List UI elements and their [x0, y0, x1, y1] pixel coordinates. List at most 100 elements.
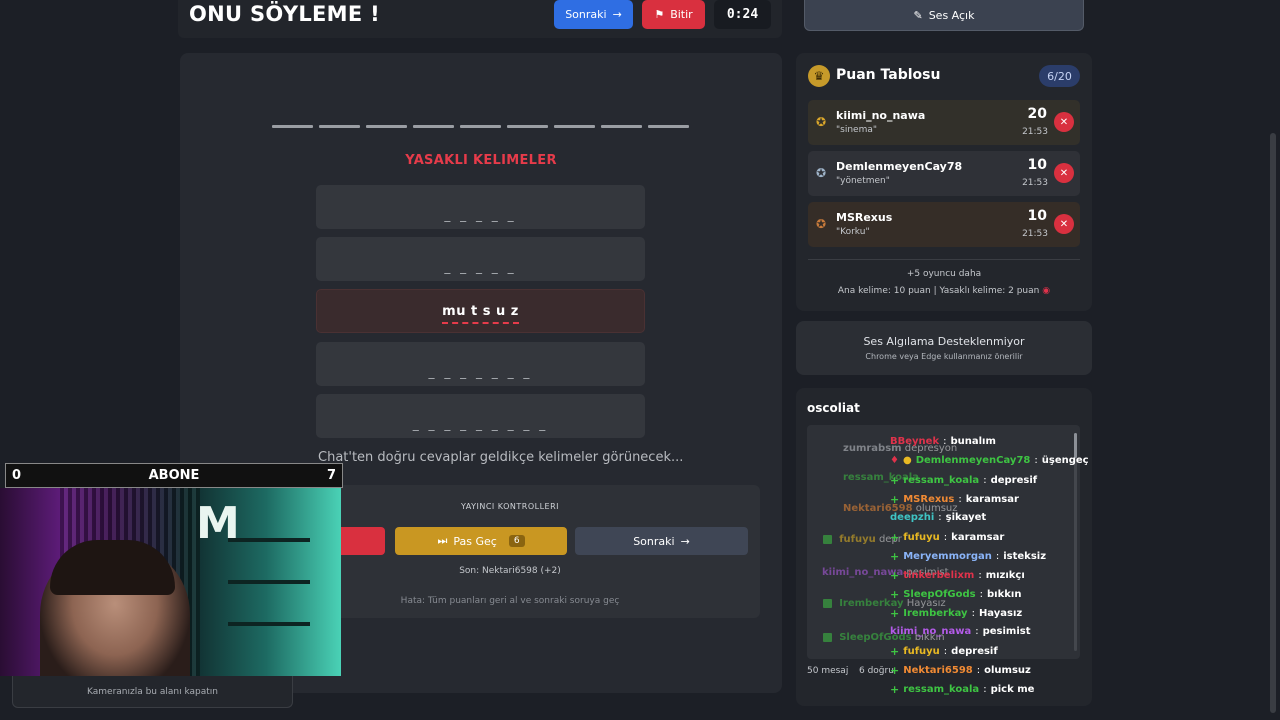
pass-button-label: Pas Geç [453, 534, 497, 548]
counter-left: 0 [12, 468, 22, 483]
chat-text: bunalım [950, 436, 996, 447]
taboo-card: _ _ _ _ _ [316, 185, 645, 229]
points-rules: Ana kelime: 10 puan | Yasaklı kelime: 2 … [796, 286, 1092, 296]
chat-text: üşengeç [1041, 455, 1089, 466]
chat-text: karamsar [965, 494, 1019, 505]
correct-count: 6 doğru [859, 666, 894, 676]
chat-user: tinkerbelixm [903, 570, 975, 581]
remove-player-button[interactable]: ✕ [1054, 163, 1074, 183]
player-guess: "yönetmen" [836, 176, 890, 186]
scoreboard-row: ✪ DemlenmeyenCay78 "yönetmen" 10 21:53 ✕ [808, 151, 1080, 196]
sound-toggle-label: Ses Açık [928, 8, 975, 22]
badge-icon: ♦ [890, 455, 899, 466]
chat-message: + SleepOfGods : bıkkın [890, 588, 1022, 601]
taboo-card-text: _ _ _ _ _ _ _ [428, 365, 533, 379]
scoreboard-title: Puan Tablosu [836, 67, 941, 83]
taboo-card-text: _ _ _ _ _ _ _ _ _ [412, 417, 549, 431]
webcam-placeholder: Kameranızla bu alanı kapatın [12, 676, 293, 708]
taboo-card-revealed: mu t s u z [316, 289, 645, 333]
target-icon: ◉ [1042, 286, 1051, 296]
plus-icon: + [890, 683, 900, 696]
bronze-medal-icon: ✪ [816, 217, 827, 231]
plus-icon: + [890, 607, 900, 620]
player-time: 21:53 [1022, 229, 1048, 239]
chat-text: bıkkın [987, 589, 1022, 600]
voice-title: Ses Algılama Desteklenmiyor [863, 335, 1025, 348]
plus-icon: + [890, 588, 900, 601]
remove-player-button[interactable]: ✕ [1054, 214, 1074, 234]
plus-icon: + [890, 474, 900, 487]
chat-text: karamsar [951, 532, 1005, 543]
arrow-right-icon: → [680, 534, 690, 548]
message-count: 50 mesaj [807, 666, 849, 676]
scoreboard: ♛ Puan Tablosu 6/20 ✪ kiimi_no_nawa "sin… [796, 53, 1092, 311]
webcam-shelf [228, 580, 310, 584]
remove-player-button[interactable]: ✕ [1054, 112, 1074, 132]
chat-user: Meryemmorgan [903, 551, 992, 562]
plus-icon: + [890, 550, 900, 563]
plus-icon: + [890, 645, 900, 658]
chat-user: ressam_koala [903, 684, 980, 695]
chat-message: deepzhi : şikayet [890, 512, 987, 523]
scoreboard-row: ✪ kiimi_no_nawa "sinema" 20 21:53 ✕ [808, 100, 1080, 145]
plus-icon: + [890, 493, 900, 506]
chat-message: + MSRexus : karamsar [890, 493, 1019, 506]
player-time: 21:53 [1022, 178, 1048, 188]
chat-user: fufuyu [903, 646, 940, 657]
chat-user: deepzhi [890, 512, 935, 523]
page-scrollbar[interactable] [1270, 133, 1276, 713]
letter-blank [413, 125, 454, 128]
player-name: MSRexus [836, 211, 893, 224]
player-score: 10 [1027, 208, 1047, 224]
scoreboard-row: ✪ MSRexus "Korku" 10 21:53 ✕ [808, 202, 1080, 247]
controls-title: YAYINCI KONTROLLERI [460, 502, 560, 511]
chat-channel-name: oscoliat [807, 401, 860, 415]
chat-message: + fufuyu : karamsar [890, 531, 1005, 544]
game-header: ONU SÖYLEME ! Sonraki → ⚑ Bitir 0:24 [178, 0, 782, 38]
webcam-shelf [228, 538, 310, 542]
pass-button[interactable]: ⏭ Pas Geç 6 [395, 527, 567, 555]
chat-user: kiimi_no_nawa [890, 626, 972, 637]
chat-message: + fufuyu : depresif [890, 645, 998, 658]
player-name: kiimi_no_nawa [836, 109, 926, 122]
counter-right: 7 [326, 468, 336, 483]
next-button[interactable]: Sonraki → [554, 0, 633, 29]
controls-next-label: Sonraki [633, 534, 675, 548]
letter-blank [366, 125, 407, 128]
trophy-icon: ♛ [808, 65, 830, 87]
taboo-card-text: _ _ _ _ _ [444, 208, 517, 222]
ghost-user: fufuyu [839, 534, 876, 545]
taboo-words-title: YASAKLI KELIMELER [405, 153, 557, 168]
taboo-card-text: _ _ _ _ _ [444, 260, 517, 274]
letter-blank [319, 125, 360, 128]
finish-button-label: Bitir [670, 8, 693, 21]
voice-subtitle: Chrome veya Edge kullanmanız önerilir [865, 352, 1023, 361]
subscriber-counter-bar: 0 ABONE 7 [5, 463, 343, 488]
player-guess: "sinema" [836, 125, 877, 135]
letter-blank [554, 125, 595, 128]
chat-user: MSRexus [903, 494, 955, 505]
webcam-caption: Kameranızla bu alanı kapatın [87, 686, 218, 697]
controls-next-button[interactable]: Sonraki → [575, 527, 748, 555]
streamer-controls: YAYINCI KONTROLLERI ⏭ Pas Geç 6 Sonraki … [300, 485, 760, 618]
chat-text: pick me [990, 684, 1035, 695]
chat-user: Iremberkay [903, 608, 968, 619]
chat-message: BBeynek : bunalım [890, 436, 996, 447]
finish-button[interactable]: ⚑ Bitir [642, 0, 705, 29]
plus-icon: + [890, 569, 900, 582]
page-title: ONU SÖYLEME ! [189, 2, 380, 26]
taboo-card: _ _ _ _ _ _ _ _ _ [316, 394, 645, 438]
sound-toggle-button[interactable]: ✎ Ses Açık [804, 0, 1084, 31]
silver-medal-icon: ✪ [816, 166, 827, 180]
chat-text: şikayet [945, 512, 987, 523]
last-correct-info: Son: Nektari6598 (+2) [459, 566, 561, 576]
check-icon [823, 632, 832, 642]
chat-user: fufuyu [903, 532, 940, 543]
check-icon [823, 598, 832, 608]
speaker-icon: ✎ [913, 8, 923, 22]
counter-label: ABONE [148, 468, 200, 483]
taboo-card-text: mu t s u z [442, 303, 519, 324]
flag-icon: ⚑ [654, 8, 665, 21]
letter-blank [460, 125, 501, 128]
letter-blank [648, 125, 689, 128]
